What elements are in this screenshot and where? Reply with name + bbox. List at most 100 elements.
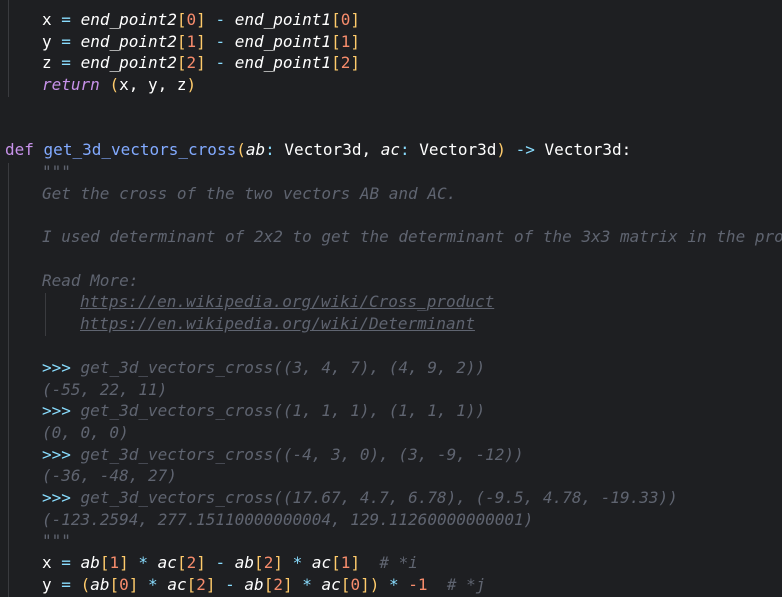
code-token: 0 xyxy=(350,575,361,594)
code-token: ] xyxy=(273,553,283,572)
code-editor[interactable]: x = end_point2[0] - end_point1[0] y = en… xyxy=(0,0,782,597)
doctest-line: >>> get_3d_vectors_cross((3, 4, 7), (4, … xyxy=(0,357,782,379)
doctest-prompt: >>> xyxy=(42,488,71,507)
code-line: z = end_point2[2] - end_point1[2] xyxy=(0,52,782,74)
code-token: ] xyxy=(119,553,129,572)
code-token: ] xyxy=(196,553,206,572)
code-token: ) xyxy=(186,75,197,94)
code-token: [ xyxy=(331,53,341,72)
code-token: end_point1 xyxy=(234,53,332,72)
code-token: ab xyxy=(244,575,264,594)
code-token: ac xyxy=(167,575,187,594)
code-comment: # *j xyxy=(446,575,486,594)
doctest-line: >>> get_3d_vectors_cross((-4, 3, 0), (3,… xyxy=(0,444,782,466)
code-token: [ xyxy=(176,32,187,51)
doctest-code: get_3d_vectors_cross((1, 1, 1), (1, 1, 1… xyxy=(80,401,486,420)
code-token: - xyxy=(215,53,226,72)
code-token: - xyxy=(215,553,226,572)
code-token: 2 xyxy=(263,553,274,572)
code-token: [ xyxy=(176,53,187,72)
code-token: : xyxy=(265,140,275,159)
doctest-line: >>> get_3d_vectors_cross((17.67, 4.7, 6.… xyxy=(0,487,782,509)
code-token: * xyxy=(148,575,158,594)
code-token: * xyxy=(292,553,303,572)
doctest-code: get_3d_vectors_cross((17.67, 4.7, 6.78),… xyxy=(80,488,678,507)
code-token: ] xyxy=(196,53,206,72)
code-token: y xyxy=(42,575,52,594)
code-token: x xyxy=(42,553,52,572)
code-token: 0 xyxy=(340,10,351,29)
doctest-output: (-123.2594, 277.15110000000004, 129.1126… xyxy=(42,510,534,529)
code-token: z xyxy=(42,53,52,72)
code-token: ab xyxy=(234,553,255,572)
code-token: ac xyxy=(311,553,332,572)
param-name: ac xyxy=(380,140,400,159)
code-token: ab xyxy=(90,575,110,594)
code-token: ] xyxy=(128,575,139,594)
doctest-code: get_3d_vectors_cross((3, 4, 7), (4, 9, 2… xyxy=(80,358,486,377)
code-token: ] xyxy=(282,575,293,594)
docstring-line: I used determinant of 2x2 to get the det… xyxy=(42,227,782,246)
doctest-output: (-55, 22, 11) xyxy=(42,380,168,399)
code-token: [ xyxy=(186,575,197,594)
code-token: = xyxy=(61,32,71,51)
doctest-prompt: >>> xyxy=(42,401,71,420)
code-token: y xyxy=(42,32,52,51)
code-token: [ xyxy=(331,32,341,51)
code-token: end_point1 xyxy=(234,10,332,29)
code-token: ab xyxy=(80,553,100,572)
link-cross-product[interactable]: https://en.wikipedia.org/wiki/Cross_prod… xyxy=(80,292,494,311)
code-token: end_point1 xyxy=(234,32,332,51)
code-token: ) xyxy=(369,575,380,594)
code-token: ] xyxy=(350,10,360,29)
code-token: 2 xyxy=(196,575,206,594)
code-line: x = end_point2[0] - end_point1[0] xyxy=(0,9,782,31)
code-token: * xyxy=(302,575,312,594)
code-token: : xyxy=(400,140,410,159)
code-token: 1 xyxy=(340,32,351,51)
code-token: x, y, z xyxy=(119,75,187,94)
docstring-link-line: https://en.wikipedia.org/wiki/Determinan… xyxy=(0,313,782,335)
code-line: y = end_point2[1] - end_point1[1] xyxy=(0,31,782,53)
code-token: ] xyxy=(196,10,206,29)
code-token: 2 xyxy=(186,553,197,572)
code-token: = xyxy=(61,575,71,594)
code-token: 1 xyxy=(340,553,351,572)
code-token: end_point2 xyxy=(80,10,177,29)
code-token: 1 xyxy=(186,32,197,51)
doctest-code: get_3d_vectors_cross((-4, 3, 0), (3, -9,… xyxy=(80,445,524,464)
docstring-delimiter: """ xyxy=(42,531,71,550)
code-token: -1 xyxy=(408,575,428,594)
param-name: ab xyxy=(245,140,266,159)
code-token: 2 xyxy=(273,575,283,594)
code-token: ] xyxy=(360,575,370,594)
code-token: ] xyxy=(196,32,206,51)
code-token: [ xyxy=(331,553,341,572)
def-keyword: def xyxy=(5,140,34,159)
code-line: y = (ab[0] * ac[2] - ab[2] * ac[0]) * -1… xyxy=(0,574,782,596)
code-token: [ xyxy=(331,10,341,29)
code-token: [ xyxy=(109,575,120,594)
code-token: [ xyxy=(254,553,264,572)
code-token: 2 xyxy=(186,53,197,72)
doctest-output: (-36, -48, 27) xyxy=(42,466,177,485)
code-token: [ xyxy=(340,575,351,594)
function-name[interactable]: get_3d_vectors_cross xyxy=(44,140,237,159)
docstring-link-line: https://en.wikipedia.org/wiki/Cross_prod… xyxy=(0,291,782,313)
code-token: 1 xyxy=(109,553,120,572)
code-token: [ xyxy=(263,575,274,594)
code-token: = xyxy=(61,553,71,572)
code-line: return (x, y, z) xyxy=(0,74,782,96)
docstring-delimiter: """ xyxy=(42,162,71,181)
doctest-output: (0, 0, 0) xyxy=(42,423,129,442)
code-token: - xyxy=(225,575,235,594)
code-token: ( xyxy=(236,140,246,159)
doctest-prompt: >>> xyxy=(42,358,71,377)
code-token: ] xyxy=(350,32,360,51)
code-token: ] xyxy=(350,53,360,72)
link-determinant[interactable]: https://en.wikipedia.org/wiki/Determinan… xyxy=(80,314,475,333)
docstring-line: Get the cross of the two vectors AB and … xyxy=(42,184,457,203)
code-token: = xyxy=(61,53,71,72)
code-token: end_point2 xyxy=(80,53,177,72)
code-token: end_point2 xyxy=(80,32,177,51)
